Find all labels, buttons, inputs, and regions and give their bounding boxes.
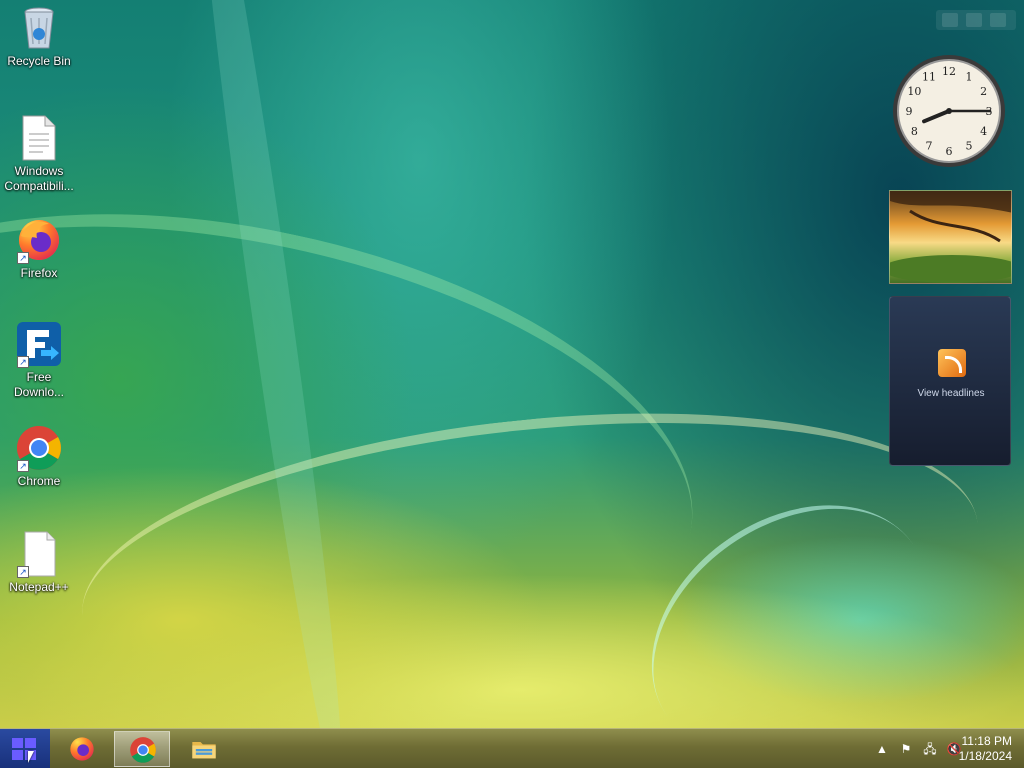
clock-numeral: 10 [907,85,921,98]
taskbar-firefox-button[interactable] [54,731,110,767]
slideshow-gadget[interactable] [889,190,1012,284]
desktop-icon-free-download-manager[interactable]: ↗ Free Downlo... [0,320,78,400]
clock-numeral: 9 [906,105,913,118]
firefox-icon: ↗ [15,216,63,264]
desktop-icon-label: Notepad++ [9,580,69,594]
network-icon[interactable]: 🖧 [922,741,938,757]
shortcut-arrow-icon: ↗ [17,566,29,578]
shortcut-arrow-icon: ↗ [17,460,29,472]
system-tray: ▲ ⚑ 🖧 🔇 11:18 PM 1/18/2024 [824,729,1024,768]
desktop-icon-label: Windows Compatibili... [4,164,74,193]
clock-numeral: 7 [926,140,933,153]
clock-numeral: 2 [980,85,987,98]
taskbar-file-explorer-button[interactable] [176,731,232,767]
chrome-icon: ↗ [15,424,63,472]
desktop-icon-firefox[interactable]: ↗ Firefox [0,216,78,281]
clock-date: 1/18/2024 [958,749,1012,763]
taskbar-clock[interactable]: 11:18 PM 1/18/2024 [942,734,1012,764]
taskbar-chrome-button[interactable] [114,731,170,767]
desktop-icon-label: Recycle Bin [7,54,71,68]
desktop-icon-notepad-plus-plus[interactable]: ↗ Notepad++ [0,530,78,595]
desktop-icon-label: Chrome [17,474,61,488]
desktop-wallpaper [0,0,1024,728]
desktop-icon-windows-compatibility[interactable]: Windows Compatibili... [0,114,78,194]
shortcut-arrow-icon: ↗ [17,252,29,264]
desktop-icon-chrome[interactable]: ↗ Chrome [0,424,78,489]
taskbar: ▲ ⚑ 🖧 🔇 11:18 PM 1/18/2024 [0,728,1024,768]
clock-numeral: 11 [922,70,936,83]
clock-numeral: 5 [966,140,973,153]
start-button[interactable] [0,729,50,768]
desktop-icon-label: Free Downlo... [13,370,65,399]
document-icon [15,114,63,162]
clock-numeral: 6 [946,145,953,158]
folder-icon [190,735,218,763]
recycle-bin-icon [15,4,63,52]
chevron-up-icon[interactable]: ▲ [874,741,890,757]
clock-numeral: 8 [911,125,918,138]
shortcut-arrow-icon: ↗ [17,356,29,368]
sidebar-controls[interactable] [936,10,1016,30]
feed-headlines-gadget[interactable]: View headlines [889,296,1011,466]
clock-numeral: 4 [980,125,987,138]
feed-headlines-label[interactable]: View headlines [890,388,1012,399]
flag-icon[interactable]: ⚑ [898,741,914,757]
rss-feed-icon [938,349,966,377]
previous-gadget-icon[interactable] [966,13,982,27]
desktop-icon-label: Firefox [20,266,58,280]
firefox-icon [68,735,96,763]
clock-numeral: 1 [966,70,973,83]
next-gadget-icon[interactable] [990,13,1006,27]
add-gadget-icon[interactable] [942,13,958,27]
mouse-cursor-icon [28,751,34,763]
notepad-plus-plus-icon: ↗ [15,530,63,578]
free-download-manager-icon: ↗ [15,320,63,368]
chrome-icon [129,736,157,764]
clock-numeral: 12 [942,65,956,78]
desktop-icon-recycle-bin[interactable]: Recycle Bin [0,4,78,69]
clock-gadget[interactable]: 123456789101112 [890,52,1008,170]
clock-time: 11:18 PM [961,734,1012,748]
